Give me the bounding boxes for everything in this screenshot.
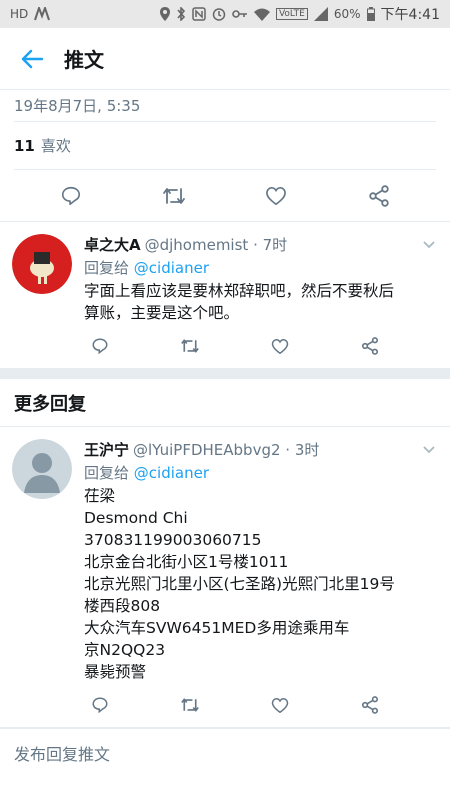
battery-icon <box>366 7 375 21</box>
heart-icon <box>271 338 289 354</box>
text-line: 算账，主要是这个吧。 <box>84 304 240 322</box>
alarm-icon <box>212 7 226 21</box>
retweet-icon <box>181 339 199 353</box>
nfc-icon <box>192 7 206 21</box>
share-icon <box>369 184 389 207</box>
author-handle: @lYuiPFDHEAbbvg2 · 3时 <box>133 441 320 459</box>
heart-icon <box>271 697 289 713</box>
reply-context: 回复给 @cidianer <box>84 462 438 483</box>
like-button[interactable] <box>260 326 300 366</box>
like-button[interactable] <box>256 176 296 216</box>
location-icon <box>159 7 170 21</box>
text-line: 暴毙预警 <box>84 663 147 681</box>
reply-icon <box>62 186 81 205</box>
wifi-icon <box>253 8 270 21</box>
text-line: 大众汽车SVW6451MED多用途乘用车 <box>84 619 350 637</box>
author-name[interactable]: 王沪宁 <box>84 439 129 460</box>
tweet-text: 茌梁 Desmond Chi 370831199003060715 北京金台北街… <box>84 485 438 683</box>
back-arrow-icon <box>21 49 43 68</box>
share-icon <box>361 696 379 714</box>
text-line: Desmond Chi <box>84 509 188 527</box>
reply-tweet[interactable]: 卓之大A @djhomemist · 7时 回复给 @cidianer 字面上看… <box>0 222 450 369</box>
chevron-down-icon[interactable] <box>420 445 438 454</box>
battery-percent: 60% <box>333 7 361 21</box>
likes-label: 喜欢 <box>40 137 71 155</box>
avatar[interactable] <box>12 234 72 294</box>
reply-context: 回复给 @cidianer <box>84 257 438 278</box>
text-line: 北京光熙门北里小区(七圣路)光熙门北里19号 <box>84 575 395 593</box>
text-line: 北京金台北街小区1号楼1011 <box>84 553 289 571</box>
app-notification-icon <box>34 7 51 21</box>
reply-prefix: 回复给 <box>84 259 130 277</box>
avatar[interactable] <box>12 439 72 499</box>
likes-number: 11 <box>14 136 35 155</box>
tweet-text: 字面上看应该是要林郑辞职吧，然后不要秋后 算账，主要是这个吧。 <box>84 280 438 324</box>
share-icon <box>361 337 379 355</box>
reply-actions <box>80 683 438 727</box>
share-button[interactable] <box>350 326 390 366</box>
retweet-button[interactable] <box>154 176 194 216</box>
retweet-button[interactable] <box>170 685 210 725</box>
text-line: 370831199003060715 <box>84 531 262 549</box>
bluetooth-icon <box>176 7 186 21</box>
key-icon <box>232 9 248 19</box>
chevron-down-icon[interactable] <box>420 240 438 249</box>
clock: 下午4:41 <box>380 7 440 23</box>
text-line: 楼西段808 <box>84 597 161 615</box>
retweet-icon <box>162 187 185 204</box>
reply-button[interactable] <box>51 176 91 216</box>
reply-mention-link[interactable]: @cidianer <box>134 464 209 482</box>
text-line: 茌梁 <box>84 487 116 505</box>
author-handle: @djhomemist · 7时 <box>144 236 288 254</box>
page-title: 推文 <box>64 48 104 72</box>
section-divider <box>0 369 450 379</box>
signal-icon <box>313 7 328 21</box>
tweet-timestamp: 19年8月7日, 5:35 <box>14 90 436 122</box>
status-bar: HD VoLTE 60% 下午4:41 <box>0 0 450 28</box>
retweet-button[interactable] <box>170 326 210 366</box>
back-button[interactable] <box>0 49 64 69</box>
heart-icon <box>266 186 287 205</box>
reply-button[interactable] <box>80 326 120 366</box>
reply-button[interactable] <box>80 685 120 725</box>
reply-tweet[interactable]: 王沪宁 @lYuiPFDHEAbbvg2 · 3时 回复给 @cidianer … <box>0 427 450 728</box>
share-button[interactable] <box>350 685 390 725</box>
reply-prefix: 回复给 <box>84 464 130 482</box>
hd-indicator: HD <box>10 7 29 21</box>
text-line: 字面上看应该是要林郑辞职吧，然后不要秋后 <box>84 282 395 300</box>
text-line: 京N2QQ23 <box>84 641 166 659</box>
app-bar: 推文 <box>0 28 450 90</box>
reply-composer-input[interactable]: 发布回复推文 <box>0 728 450 776</box>
volte-badge: VoLTE <box>275 8 308 20</box>
reply-actions <box>80 324 438 368</box>
author-name[interactable]: 卓之大A <box>84 234 141 255</box>
reply-mention-link[interactable]: @cidianer <box>134 259 209 277</box>
more-replies-heading: 更多回复 <box>0 379 450 427</box>
reply-icon <box>92 697 108 714</box>
retweet-icon <box>181 698 199 712</box>
tweet-actions <box>0 170 450 222</box>
share-button[interactable] <box>359 176 399 216</box>
likes-count[interactable]: 11 喜欢 <box>14 122 436 170</box>
like-button[interactable] <box>260 685 300 725</box>
reply-icon <box>92 338 108 355</box>
